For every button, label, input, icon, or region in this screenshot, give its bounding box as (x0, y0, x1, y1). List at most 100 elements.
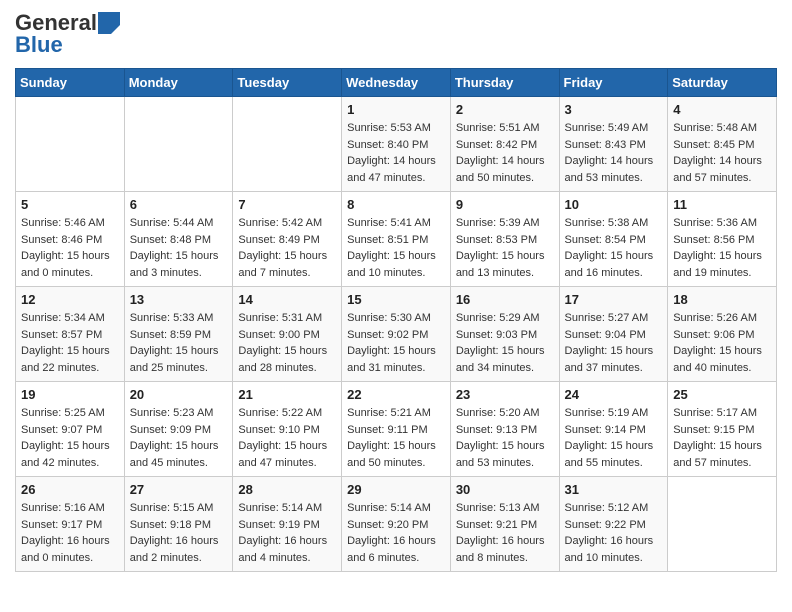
cell-info: Sunrise: 5:51 AM Sunset: 8:42 PM Dayligh… (456, 120, 554, 186)
day-number: 3 (565, 102, 663, 117)
calendar-header: General Blue (15, 10, 777, 58)
cell-info: Sunrise: 5:17 AM Sunset: 9:15 PM Dayligh… (673, 405, 771, 471)
calendar-week-row: 26 Sunrise: 5:16 AM Sunset: 9:17 PM Dayli… (16, 477, 777, 572)
cell-info: Sunrise: 5:29 AM Sunset: 9:03 PM Dayligh… (456, 310, 554, 376)
day-number: 29 (347, 482, 445, 497)
day-number: 2 (456, 102, 554, 117)
cell-info: Sunrise: 5:22 AM Sunset: 9:10 PM Dayligh… (238, 405, 336, 471)
calendar-cell: 15 Sunrise: 5:30 AM Sunset: 9:02 PM Dayli… (342, 287, 451, 382)
cell-info: Sunrise: 5:12 AM Sunset: 9:22 PM Dayligh… (565, 500, 663, 566)
calendar-cell: 14 Sunrise: 5:31 AM Sunset: 9:00 PM Dayli… (233, 287, 342, 382)
day-number: 17 (565, 292, 663, 307)
day-number: 14 (238, 292, 336, 307)
calendar-cell (233, 97, 342, 192)
day-number: 20 (130, 387, 228, 402)
cell-info: Sunrise: 5:49 AM Sunset: 8:43 PM Dayligh… (565, 120, 663, 186)
calendar-cell: 9Sunrise: 5:39 AM Sunset: 8:53 PM Daylig… (450, 192, 559, 287)
day-header-tuesday: Tuesday (233, 69, 342, 97)
cell-info: Sunrise: 5:25 AM Sunset: 9:07 PM Dayligh… (21, 405, 119, 471)
day-number: 12 (21, 292, 119, 307)
day-header-wednesday: Wednesday (342, 69, 451, 97)
calendar-cell: 10 Sunrise: 5:38 AM Sunset: 8:54 PM Dayli… (559, 192, 668, 287)
day-number: 13 (130, 292, 228, 307)
day-number: 16 (456, 292, 554, 307)
calendar-cell: 27 Sunrise: 5:15 AM Sunset: 9:18 PM Dayli… (124, 477, 233, 572)
day-number: 5 (21, 197, 119, 212)
calendar-cell: 1 Sunrise: 5:53 AM Sunset: 8:40 PM Daylig… (342, 97, 451, 192)
day-number: 10 (565, 197, 663, 212)
day-number: 1 (347, 102, 445, 117)
logo: General Blue (15, 10, 120, 58)
cell-info: Sunrise: 5:53 AM Sunset: 8:40 PM Dayligh… (347, 120, 445, 186)
calendar-cell: 16 Sunrise: 5:29 AM Sunset: 9:03 PM Dayli… (450, 287, 559, 382)
calendar-cell (124, 97, 233, 192)
calendar-cell: 23 Sunrise: 5:20 AM Sunset: 9:13 PM Dayli… (450, 382, 559, 477)
cell-info: Sunrise: 5:19 AM Sunset: 9:14 PM Dayligh… (565, 405, 663, 471)
calendar-cell: 22 Sunrise: 5:21 AM Sunset: 9:11 PM Dayli… (342, 382, 451, 477)
day-number: 7 (238, 197, 336, 212)
cell-info: Sunrise: 5:15 AM Sunset: 9:18 PM Dayligh… (130, 500, 228, 566)
calendar-cell: 24Sunrise: 5:19 AM Sunset: 9:14 PM Dayli… (559, 382, 668, 477)
cell-info: Sunrise: 5:14 AM Sunset: 9:20 PM Dayligh… (347, 500, 445, 566)
cell-info: Sunrise: 5:31 AM Sunset: 9:00 PM Dayligh… (238, 310, 336, 376)
calendar-cell: 6 Sunrise: 5:44 AM Sunset: 8:48 PM Daylig… (124, 192, 233, 287)
day-number: 27 (130, 482, 228, 497)
day-number: 26 (21, 482, 119, 497)
day-number: 18 (673, 292, 771, 307)
cell-info: Sunrise: 5:42 AM Sunset: 8:49 PM Dayligh… (238, 215, 336, 281)
day-number: 11 (673, 197, 771, 212)
calendar-week-row: 5 Sunrise: 5:46 AM Sunset: 8:46 PM Daylig… (16, 192, 777, 287)
calendar-cell: 20Sunrise: 5:23 AM Sunset: 9:09 PM Dayli… (124, 382, 233, 477)
cell-info: Sunrise: 5:44 AM Sunset: 8:48 PM Dayligh… (130, 215, 228, 281)
day-header-sunday: Sunday (16, 69, 125, 97)
calendar-cell: 4 Sunrise: 5:48 AM Sunset: 8:45 PM Daylig… (668, 97, 777, 192)
calendar-cell (668, 477, 777, 572)
calendar-cell: 29 Sunrise: 5:14 AM Sunset: 9:20 PM Dayli… (342, 477, 451, 572)
calendar-table: SundayMondayTuesdayWednesdayThursdayFrid… (15, 68, 777, 572)
calendar-cell (16, 97, 125, 192)
cell-info: Sunrise: 5:46 AM Sunset: 8:46 PM Dayligh… (21, 215, 119, 281)
cell-info: Sunrise: 5:16 AM Sunset: 9:17 PM Dayligh… (21, 500, 119, 566)
cell-info: Sunrise: 5:34 AM Sunset: 8:57 PM Dayligh… (21, 310, 119, 376)
calendar-container: General Blue SundayMondayTuesdayWednesda… (0, 0, 792, 582)
day-number: 6 (130, 197, 228, 212)
calendar-cell: 5 Sunrise: 5:46 AM Sunset: 8:46 PM Daylig… (16, 192, 125, 287)
logo-icon (98, 12, 120, 34)
calendar-cell: 2 Sunrise: 5:51 AM Sunset: 8:42 PM Daylig… (450, 97, 559, 192)
day-number: 15 (347, 292, 445, 307)
calendar-cell: 31 Sunrise: 5:12 AM Sunset: 9:22 PM Dayli… (559, 477, 668, 572)
calendar-cell: 28Sunrise: 5:14 AM Sunset: 9:19 PM Dayli… (233, 477, 342, 572)
calendar-cell: 25 Sunrise: 5:17 AM Sunset: 9:15 PM Dayli… (668, 382, 777, 477)
calendar-cell: 3 Sunrise: 5:49 AM Sunset: 8:43 PM Daylig… (559, 97, 668, 192)
calendar-cell: 13 Sunrise: 5:33 AM Sunset: 8:59 PM Dayli… (124, 287, 233, 382)
day-number: 31 (565, 482, 663, 497)
day-header-friday: Friday (559, 69, 668, 97)
calendar-week-row: 1 Sunrise: 5:53 AM Sunset: 8:40 PM Daylig… (16, 97, 777, 192)
day-number: 8 (347, 197, 445, 212)
day-number: 30 (456, 482, 554, 497)
day-number: 4 (673, 102, 771, 117)
cell-info: Sunrise: 5:30 AM Sunset: 9:02 PM Dayligh… (347, 310, 445, 376)
calendar-cell: 8Sunrise: 5:41 AM Sunset: 8:51 PM Daylig… (342, 192, 451, 287)
calendar-header-row: SundayMondayTuesdayWednesdayThursdayFrid… (16, 69, 777, 97)
cell-info: Sunrise: 5:38 AM Sunset: 8:54 PM Dayligh… (565, 215, 663, 281)
day-header-saturday: Saturday (668, 69, 777, 97)
calendar-week-row: 19Sunrise: 5:25 AM Sunset: 9:07 PM Dayli… (16, 382, 777, 477)
logo-blue-text: Blue (15, 32, 63, 58)
calendar-cell: 19Sunrise: 5:25 AM Sunset: 9:07 PM Dayli… (16, 382, 125, 477)
day-number: 23 (456, 387, 554, 402)
calendar-cell: 12 Sunrise: 5:34 AM Sunset: 8:57 PM Dayli… (16, 287, 125, 382)
calendar-cell: 30Sunrise: 5:13 AM Sunset: 9:21 PM Dayli… (450, 477, 559, 572)
cell-info: Sunrise: 5:21 AM Sunset: 9:11 PM Dayligh… (347, 405, 445, 471)
day-header-monday: Monday (124, 69, 233, 97)
day-number: 21 (238, 387, 336, 402)
cell-info: Sunrise: 5:48 AM Sunset: 8:45 PM Dayligh… (673, 120, 771, 186)
cell-info: Sunrise: 5:20 AM Sunset: 9:13 PM Dayligh… (456, 405, 554, 471)
calendar-week-row: 12 Sunrise: 5:34 AM Sunset: 8:57 PM Dayli… (16, 287, 777, 382)
cell-info: Sunrise: 5:33 AM Sunset: 8:59 PM Dayligh… (130, 310, 228, 376)
day-number: 9 (456, 197, 554, 212)
calendar-cell: 7 Sunrise: 5:42 AM Sunset: 8:49 PM Daylig… (233, 192, 342, 287)
calendar-cell: 11Sunrise: 5:36 AM Sunset: 8:56 PM Dayli… (668, 192, 777, 287)
day-number: 22 (347, 387, 445, 402)
day-number: 25 (673, 387, 771, 402)
